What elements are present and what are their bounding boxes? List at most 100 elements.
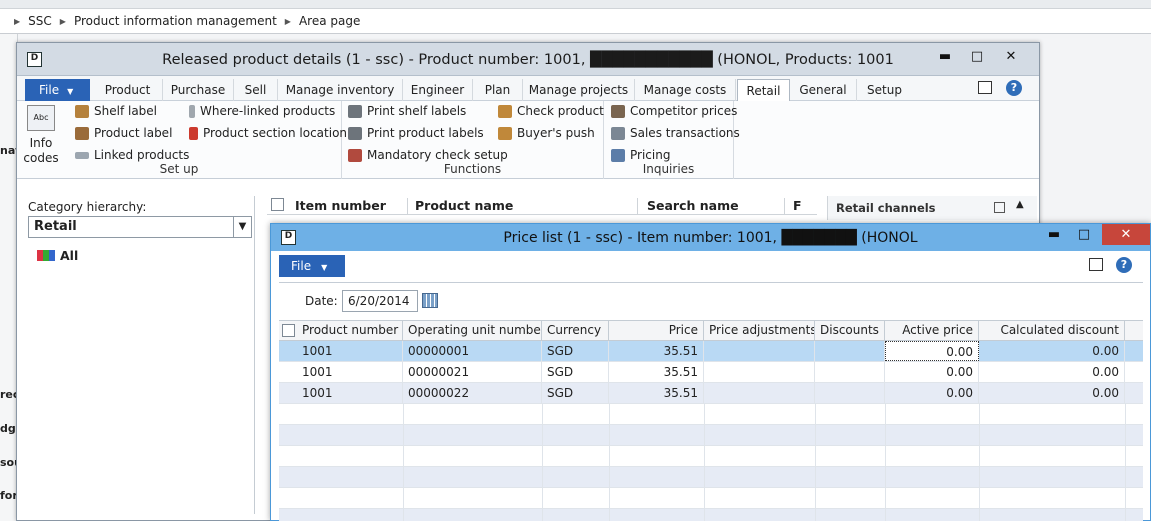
calendar-icon[interactable] (422, 293, 438, 308)
sales-transactions-text: Sales transactions (630, 126, 740, 140)
table-row[interactable]: 1001 00000001 SGD 35.51 0.00 0.00 (279, 341, 1143, 362)
layout-icon[interactable] (1089, 258, 1103, 271)
column-divider (815, 404, 816, 521)
chevron-right-icon: ▶ (59, 16, 66, 26)
breadcrumb-item-pim[interactable]: Product information management (74, 14, 277, 28)
tab-product[interactable]: Product (93, 79, 163, 101)
mandatory-check-setup-button[interactable]: Mandatory check setup (348, 148, 508, 162)
tree-node-all[interactable]: All (37, 248, 78, 263)
column-divider (403, 404, 404, 521)
table-row[interactable]: 1001 00000021 SGD 35.51 0.00 0.00 (279, 362, 1143, 383)
group-label: Inquiries (642, 162, 695, 176)
column-discounts[interactable]: Discounts (815, 321, 885, 341)
breadcrumb: ▶ SSC ▶ Product information management ▶… (0, 8, 1151, 34)
file-label: File (291, 259, 312, 273)
cell-calculated-discount: 0.00 (979, 341, 1125, 362)
chevron-down-icon[interactable]: ▼ (233, 217, 251, 237)
tab-manage-costs[interactable]: Manage costs (635, 79, 736, 101)
ribbon-group-setup: Abc Info codes Shelf label Product label… (17, 101, 347, 179)
buyers-push-button[interactable]: Buyer's push (498, 126, 595, 140)
info-codes-label: Info (29, 136, 53, 150)
column-price-adjustments[interactable]: Price adjustments (704, 321, 815, 341)
column-operating-unit[interactable]: Operating unit number (403, 321, 542, 341)
info-codes-icon: Abc (27, 105, 55, 131)
sales-transactions-button[interactable]: Sales transactions (611, 126, 740, 140)
column-product-name[interactable]: Product name (407, 198, 513, 215)
tab-plan[interactable]: Plan (473, 79, 523, 101)
tab-general[interactable]: General (790, 79, 857, 101)
push-icon (498, 126, 512, 140)
window-titlebar[interactable]: D Released product details (1 - ssc) - P… (17, 43, 1039, 76)
print-shelf-labels-button[interactable]: Print shelf labels (348, 104, 466, 118)
table-row[interactable]: 1001 00000022 SGD 35.51 0.00 0.00 (279, 383, 1143, 404)
layout-icon[interactable] (978, 81, 992, 94)
minimize-button[interactable]: ▬ (929, 47, 961, 67)
file-menu-button[interactable]: File ▼ (279, 255, 345, 277)
column-item-number[interactable]: Item number (295, 198, 386, 213)
column-product-number[interactable]: Product number (297, 321, 403, 341)
breadcrumb-item-area-page[interactable]: Area page (299, 14, 360, 28)
cell-currency: SGD (542, 341, 609, 362)
product-grid-header: Item number Product name Search name F (267, 196, 817, 215)
product-label-button[interactable]: Product label (75, 126, 172, 140)
tab-purchase[interactable]: Purchase (163, 79, 234, 101)
date-input[interactable]: 6/20/2014 (342, 290, 418, 312)
close-button[interactable]: ✕ (1102, 224, 1150, 245)
column-active-price[interactable]: Active price (885, 321, 979, 341)
cell-active-price[interactable]: 0.00 (885, 341, 979, 361)
close-button[interactable]: ✕ (995, 47, 1027, 67)
column-divider (542, 404, 543, 521)
tab-setup[interactable]: Setup (857, 79, 912, 101)
empty-row (279, 425, 1143, 446)
help-icon[interactable]: ? (1006, 80, 1022, 96)
product-section-location-button[interactable]: Product section location (189, 126, 347, 140)
pricing-text: Pricing (630, 148, 671, 162)
clip-icon (189, 104, 195, 118)
price-list-window: D Price list (1 - ssc) - Item number: 10… (270, 223, 1151, 521)
pane-icon[interactable] (994, 202, 1005, 213)
where-linked-text: Where-linked products (200, 104, 336, 118)
where-linked-products-button[interactable]: Where-linked products (189, 104, 335, 118)
category-hierarchy-label: Category hierarchy: (28, 200, 147, 214)
maximize-button[interactable]: □ (1068, 225, 1100, 245)
section-location-text: Product section location (203, 126, 348, 140)
column-currency[interactable]: Currency (542, 321, 609, 341)
select-all-checkbox[interactable] (282, 324, 295, 337)
column-calculated-discount[interactable]: Calculated discount (979, 321, 1125, 341)
tab-sell[interactable]: Sell (234, 79, 278, 101)
tab-manage-inventory[interactable]: Manage inventory (278, 79, 403, 101)
printer-icon (348, 126, 362, 140)
minimize-button[interactable]: ▬ (1038, 225, 1070, 245)
chevron-up-icon[interactable]: ▲ (1016, 199, 1024, 210)
check-product-button[interactable]: Check product (498, 104, 604, 118)
file-menu-button[interactable]: File ▼ (25, 79, 90, 101)
hierarchy-icon (37, 250, 55, 261)
linked-products-text: Linked products (94, 148, 190, 162)
chevron-down-icon: ▼ (67, 87, 74, 96)
tab-retail[interactable]: Retail (737, 79, 790, 102)
maximize-button[interactable]: □ (961, 47, 993, 67)
competitor-prices-button[interactable]: Competitor prices (611, 104, 737, 118)
cell-active-price: 0.00 (885, 362, 979, 383)
empty-row (279, 509, 1143, 521)
ribbon: Abc Info codes Shelf label Product label… (17, 101, 1039, 179)
select-all-checkbox[interactable] (271, 198, 284, 211)
pricing-button[interactable]: Pricing (611, 148, 670, 162)
column-f[interactable]: F (784, 198, 802, 215)
column-price[interactable]: Price (609, 321, 704, 341)
shelf-label-button[interactable]: Shelf label (75, 104, 157, 118)
tab-engineer[interactable]: Engineer (403, 79, 473, 101)
empty-row (279, 446, 1143, 467)
tab-manage-projects[interactable]: Manage projects (523, 79, 635, 101)
breadcrumb-item-ssc[interactable]: SSC (28, 14, 52, 28)
category-hierarchy-select[interactable]: Retail ▼ (28, 216, 252, 238)
price-window-titlebar[interactable]: D Price list (1 - ssc) - Item number: 10… (271, 224, 1150, 251)
empty-row (279, 467, 1143, 488)
transactions-icon (611, 126, 625, 140)
column-search-name[interactable]: Search name (637, 198, 739, 215)
group-label: Functions (443, 162, 502, 176)
help-icon[interactable]: ? (1116, 257, 1132, 273)
linked-products-button[interactable]: Linked products (75, 148, 189, 162)
print-product-labels-button[interactable]: Print product labels (348, 126, 484, 140)
cell-adjustments (704, 383, 815, 404)
